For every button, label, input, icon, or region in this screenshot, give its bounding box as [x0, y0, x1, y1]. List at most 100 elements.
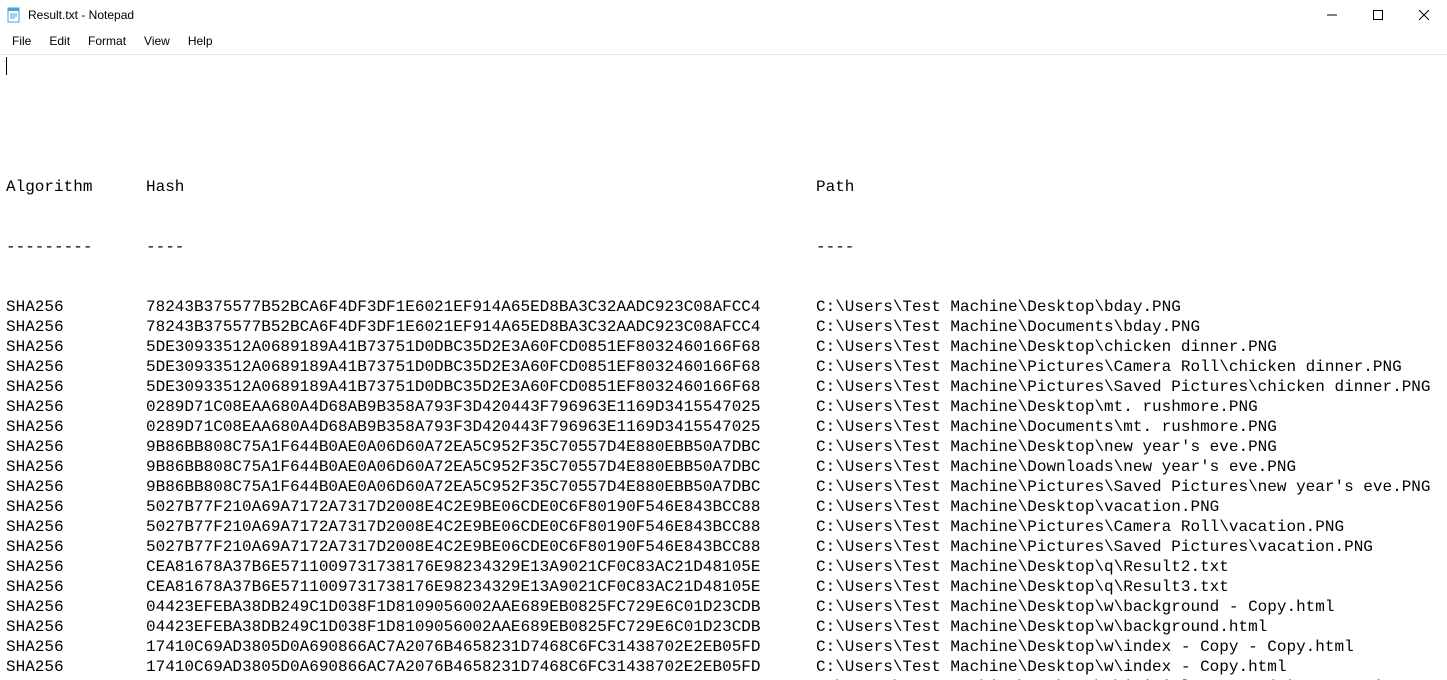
cell-hash: 5027B77F210A69A7172A7317D2008E4C2E9BE06C…	[146, 497, 816, 517]
data-row: SHA2569B86BB808C75A1F644B0AE0A06D60A72EA…	[6, 437, 1441, 457]
blank-line	[6, 117, 1441, 137]
cell-algorithm: SHA256	[6, 617, 146, 637]
maximize-button[interactable]	[1355, 0, 1401, 30]
cell-algorithm: SHA256	[6, 537, 146, 557]
cell-hash: 0289D71C08EAA680A4D68AB9B358A793F3D42044…	[146, 417, 816, 437]
cell-hash: 04423EFEBA38DB249C1D038F1D8109056002AAE6…	[146, 597, 816, 617]
data-row: SHA2569B86BB808C75A1F644B0AE0A06D60A72EA…	[6, 477, 1441, 497]
cell-algorithm: SHA256	[6, 557, 146, 577]
cell-hash: 78243B375577B52BCA6F4DF3DF1E6021EF914A65…	[146, 317, 816, 337]
cell-algorithm: SHA256	[6, 377, 146, 397]
divider-row: --------- ---- ----	[6, 237, 1441, 257]
cell-path: C:\Users\Test Machine\Desktop\w\backgrou…	[816, 617, 1441, 637]
cell-algorithm: SHA256	[6, 317, 146, 337]
data-row: SHA2560289D71C08EAA680A4D68AB9B358A793F3…	[6, 417, 1441, 437]
cell-hash: 9B86BB808C75A1F644B0AE0A06D60A72EA5C952F…	[146, 477, 816, 497]
cell-path: C:\Users\Test Machine\Desktop\mt. rushmo…	[816, 397, 1441, 417]
data-row: SHA2565027B77F210A69A7172A7317D2008E4C2E…	[6, 517, 1441, 537]
text-caret	[6, 57, 7, 75]
text-editor[interactable]: Algorithm Hash Path --------- ---- ---- …	[0, 55, 1447, 680]
menu-edit[interactable]: Edit	[41, 32, 78, 50]
header-hash: Hash	[146, 177, 816, 197]
cell-hash: 5027B77F210A69A7172A7317D2008E4C2E9BE06C…	[146, 537, 816, 557]
cell-path: C:\Users\Test Machine\Desktop\q\Result3.…	[816, 577, 1441, 597]
data-row: SHA2565027B77F210A69A7172A7317D2008E4C2E…	[6, 497, 1441, 517]
minimize-button[interactable]	[1309, 0, 1355, 30]
data-row: SHA256CEA81678A37B6E5711009731738176E982…	[6, 577, 1441, 597]
cell-algorithm: SHA256	[6, 477, 146, 497]
cell-algorithm: SHA256	[6, 637, 146, 657]
cell-algorithm: SHA256	[6, 337, 146, 357]
cell-path: C:\Users\Test Machine\Pictures\Saved Pic…	[816, 477, 1441, 497]
cell-path: C:\Users\Test Machine\Desktop\new year's…	[816, 437, 1441, 457]
data-row: SHA2560289D71C08EAA680A4D68AB9B358A793F3…	[6, 397, 1441, 417]
cell-hash: 5DE30933512A0689189A41B73751D0DBC35D2E3A…	[146, 357, 816, 377]
data-row: SHA2565DE30933512A0689189A41B73751D0DBC3…	[6, 357, 1441, 377]
cell-algorithm: SHA256	[6, 297, 146, 317]
cell-path: C:\Users\Test Machine\Desktop\vacation.P…	[816, 497, 1441, 517]
cell-path: C:\Users\Test Machine\Documents\bday.PNG	[816, 317, 1441, 337]
data-row: SHA25617410C69AD3805D0A690866AC7A2076B46…	[6, 637, 1441, 657]
cell-hash: 17410C69AD3805D0A690866AC7A2076B4658231D…	[146, 657, 816, 677]
data-row: SHA2569B86BB808C75A1F644B0AE0A06D60A72EA…	[6, 457, 1441, 477]
data-row: SHA2565DE30933512A0689189A41B73751D0DBC3…	[6, 377, 1441, 397]
cell-hash: 78243B375577B52BCA6F4DF3DF1E6021EF914A65…	[146, 297, 816, 317]
data-row: SHA25678243B375577B52BCA6F4DF3DF1E6021EF…	[6, 317, 1441, 337]
header-path: Path	[816, 177, 1441, 197]
data-row: SHA25604423EFEBA38DB249C1D038F1D81090560…	[6, 617, 1441, 637]
cell-algorithm: SHA256	[6, 497, 146, 517]
cell-path: C:\Users\Test Machine\Desktop\w\index - …	[816, 657, 1441, 677]
cell-hash: 04423EFEBA38DB249C1D038F1D8109056002AAE6…	[146, 617, 816, 637]
cell-algorithm: SHA256	[6, 417, 146, 437]
cell-path: C:\Users\Test Machine\Desktop\w\backgrou…	[816, 597, 1441, 617]
cell-hash: 9B86BB808C75A1F644B0AE0A06D60A72EA5C952F…	[146, 457, 816, 477]
cell-algorithm: SHA256	[6, 437, 146, 457]
data-row: SHA25617410C69AD3805D0A690866AC7A2076B46…	[6, 657, 1441, 677]
cell-algorithm: SHA256	[6, 657, 146, 677]
divider-algorithm: ---------	[6, 237, 146, 257]
cell-path: C:\Users\Test Machine\Documents\mt. rush…	[816, 417, 1441, 437]
cell-hash: 17410C69AD3805D0A690866AC7A2076B4658231D…	[146, 637, 816, 657]
cell-algorithm: SHA256	[6, 397, 146, 417]
data-row: SHA2565027B77F210A69A7172A7317D2008E4C2E…	[6, 537, 1441, 557]
titlebar[interactable]: Result.txt - Notepad	[0, 0, 1447, 30]
cell-hash: 5DE30933512A0689189A41B73751D0DBC35D2E3A…	[146, 377, 816, 397]
divider-hash: ----	[146, 237, 816, 257]
header-algorithm: Algorithm	[6, 177, 146, 197]
cell-path: C:\Users\Test Machine\Desktop\q\Result2.…	[816, 557, 1441, 577]
cell-hash: 0289D71C08EAA680A4D68AB9B358A793F3D42044…	[146, 397, 816, 417]
cell-path: C:\Users\Test Machine\Desktop\chicken di…	[816, 337, 1441, 357]
menu-help[interactable]: Help	[180, 32, 221, 50]
cell-path: C:\Users\Test Machine\Downloads\new year…	[816, 457, 1441, 477]
cell-path: C:\Users\Test Machine\Pictures\Saved Pic…	[816, 377, 1441, 397]
cell-path: C:\Users\Test Machine\Pictures\Camera Ro…	[816, 357, 1441, 377]
cell-algorithm: SHA256	[6, 597, 146, 617]
menu-format[interactable]: Format	[80, 32, 134, 50]
close-button[interactable]	[1401, 0, 1447, 30]
window-title: Result.txt - Notepad	[28, 8, 134, 22]
cell-path: C:\Users\Test Machine\Pictures\Camera Ro…	[816, 517, 1441, 537]
cell-path: C:\Users\Test Machine\Pictures\Saved Pic…	[816, 537, 1441, 557]
cell-hash: 5027B77F210A69A7172A7317D2008E4C2E9BE06C…	[146, 517, 816, 537]
cell-algorithm: SHA256	[6, 517, 146, 537]
cell-hash: CEA81678A37B6E5711009731738176E98234329E…	[146, 577, 816, 597]
notepad-icon	[6, 7, 22, 23]
data-row: SHA256CEA81678A37B6E5711009731738176E982…	[6, 557, 1441, 577]
header-row: Algorithm Hash Path	[6, 177, 1441, 197]
divider-path: ----	[816, 237, 1441, 257]
menubar: File Edit Format View Help	[0, 30, 1447, 55]
cell-algorithm: SHA256	[6, 357, 146, 377]
cell-algorithm: SHA256	[6, 577, 146, 597]
cell-hash: CEA81678A37B6E5711009731738176E98234329E…	[146, 557, 816, 577]
cell-path: C:\Users\Test Machine\Desktop\bday.PNG	[816, 297, 1441, 317]
data-row: SHA25678243B375577B52BCA6F4DF3DF1E6021EF…	[6, 297, 1441, 317]
menu-file[interactable]: File	[4, 32, 39, 50]
window-controls	[1309, 0, 1447, 30]
cell-path: C:\Users\Test Machine\Desktop\w\index - …	[816, 637, 1441, 657]
cell-algorithm: SHA256	[6, 457, 146, 477]
data-row: SHA25604423EFEBA38DB249C1D038F1D81090560…	[6, 597, 1441, 617]
data-row: SHA2565DE30933512A0689189A41B73751D0DBC3…	[6, 337, 1441, 357]
cell-hash: 5DE30933512A0689189A41B73751D0DBC35D2E3A…	[146, 337, 816, 357]
menu-view[interactable]: View	[136, 32, 178, 50]
cell-hash: 9B86BB808C75A1F644B0AE0A06D60A72EA5C952F…	[146, 437, 816, 457]
